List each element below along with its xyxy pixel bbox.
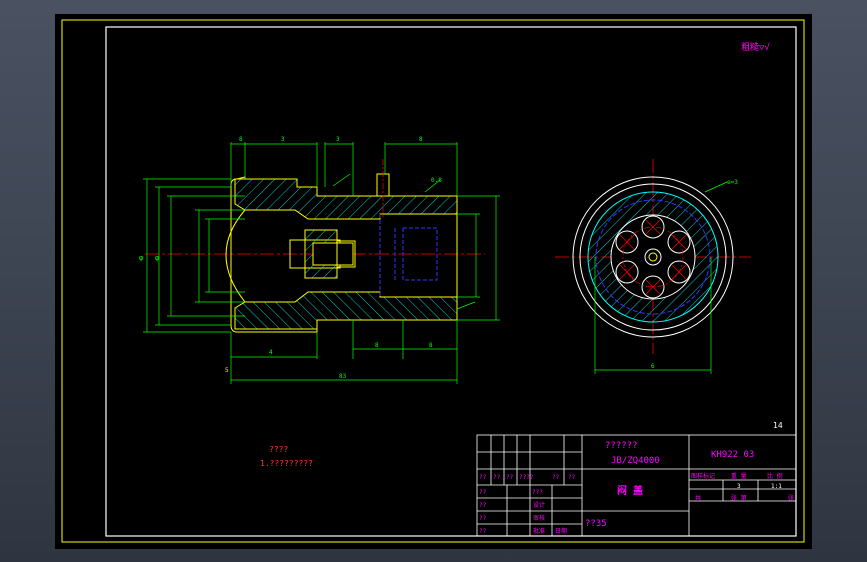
end-view-center-hole (644, 248, 662, 266)
surface-roughness-note: 粗糙▽√ (741, 41, 770, 53)
end-dim-e: 6 (651, 363, 655, 370)
drawing-svg: 粗糙▽√ 14 8 3 3 8 φ φ 4 8 8 83 5 0.8 6 e=3… (61, 19, 805, 543)
hdr-label-scale: 比 例 (767, 472, 783, 480)
row-label-1: ?? (479, 489, 487, 496)
role-label-review: 审核 (533, 514, 545, 522)
dim-dia-outer: φ (139, 254, 143, 262)
sign-label-4: ???? (519, 474, 534, 481)
sign-label-2: ?? (493, 474, 501, 481)
dim-bottom-b: 8 (375, 342, 379, 349)
dim-overall: 83 (339, 373, 347, 380)
section-view: 8 3 3 8 φ φ 4 8 8 83 5 0.8 (139, 136, 500, 384)
insert-bore (312, 242, 354, 266)
sign-label-5: ?? (552, 474, 560, 481)
row-label-4: ?? (479, 528, 487, 535)
std-line-1: ?????? (605, 441, 638, 451)
section-lower-hatch (234, 291, 458, 330)
part-name: 闷 盖 (617, 484, 643, 497)
dim-top-a: 8 (239, 136, 243, 143)
role-label-design: 设计 (533, 501, 545, 509)
tech-req-title: ???? (269, 445, 288, 454)
dim-top-d: 8 (419, 136, 423, 143)
dim-top-b: 3 (281, 136, 285, 143)
end-dim-e2: e=3 (727, 179, 738, 186)
dim-left-mark: 5 (225, 367, 229, 374)
sheet-label-of: 张 第 (731, 494, 747, 502)
qty-value: 3 (737, 483, 741, 490)
sign-label-3: ?? (506, 474, 514, 481)
section-upper-hatch (234, 178, 458, 220)
page-mark: 14 (773, 421, 783, 430)
drawing-canvas[interactable]: 粗糙▽√ 14 8 3 3 8 φ φ 4 8 8 83 5 0.8 6 e=3… (55, 14, 812, 549)
dim-dia-mid: φ (155, 254, 159, 262)
sheet-label-total: 共 (695, 494, 701, 502)
dim-top-c: 3 (336, 136, 340, 143)
material: ??35 (585, 519, 607, 529)
tech-req-note: 1.????????? (260, 459, 313, 468)
role-label-date: 日期 (555, 527, 567, 535)
drawing-number: KH922 03 (711, 450, 754, 460)
dim-bottom-c: 8 (429, 342, 433, 349)
row-label-2: ?? (479, 502, 487, 509)
sheet-label-sheet: 张 (788, 494, 794, 502)
hdr-label-weight: 重 量 (731, 472, 747, 480)
hdr-label-mark: 图样标记 (691, 472, 715, 480)
row-label-3: ?? (479, 515, 487, 522)
scale-value: 1:1 (771, 483, 782, 490)
dim-tolerance: 0.8 (431, 177, 442, 184)
std-line-2: JB/ZQ4000 (611, 456, 660, 466)
dim-bottom-a: 4 (269, 349, 273, 356)
sign-label-6: ?? (568, 474, 576, 481)
role-label-approve: 批准 (533, 527, 545, 535)
small-q: ??? (532, 489, 543, 496)
spherical-cavity-arc (225, 209, 246, 303)
sign-label-1: ?? (479, 474, 487, 481)
end-view: 6 e=3 (555, 159, 751, 374)
